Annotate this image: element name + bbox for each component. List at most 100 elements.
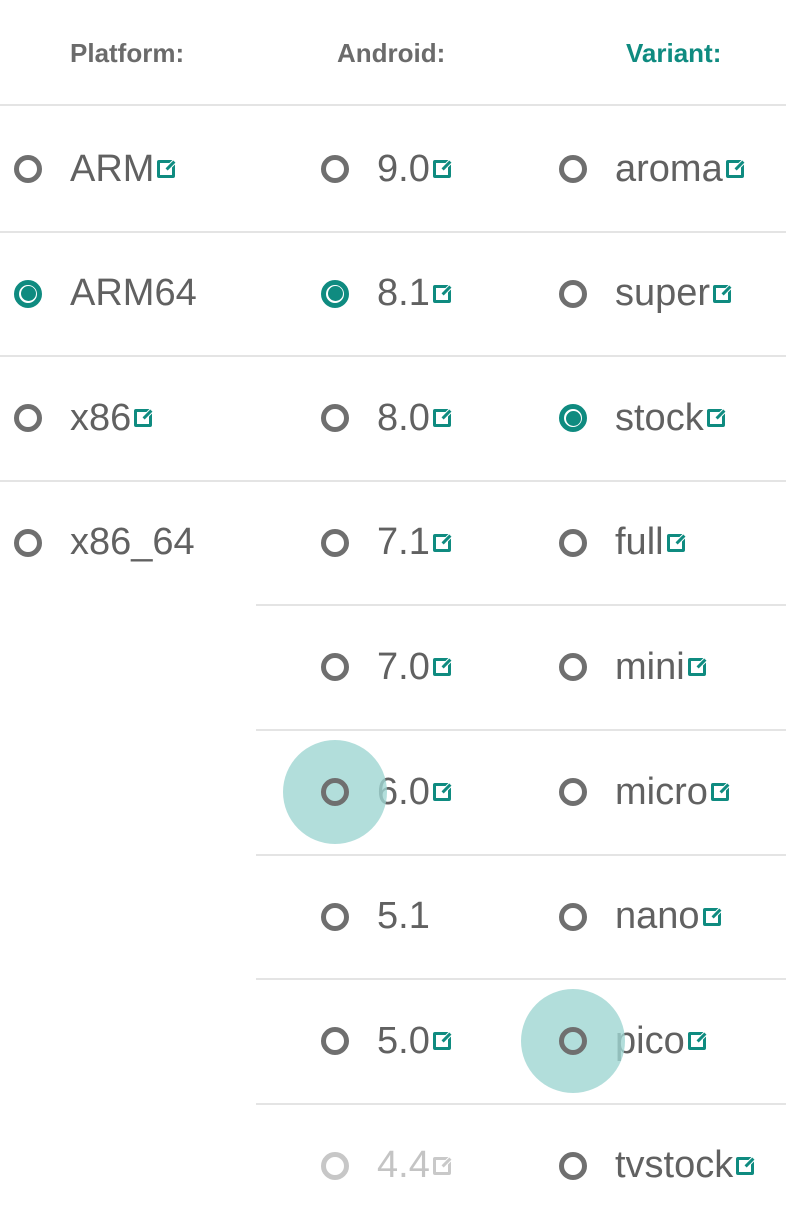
option-label: 4.4 — [377, 1144, 430, 1187]
radio-ring — [559, 1151, 587, 1180]
external-link-icon[interactable] — [432, 658, 451, 677]
radio-button-icon[interactable] — [315, 398, 355, 438]
row-divider — [256, 729, 786, 731]
radio-ring — [321, 1027, 349, 1056]
external-link-icon[interactable] — [702, 907, 721, 926]
variant-option-micro[interactable]: micro — [553, 730, 729, 854]
external-link-icon[interactable] — [736, 1156, 755, 1175]
radio-button-icon[interactable] — [8, 149, 48, 189]
variant-option-nano[interactable]: nano — [553, 855, 721, 979]
radio-ring — [559, 778, 587, 806]
variant-option-mini[interactable]: mini — [553, 605, 706, 729]
radio-button-icon[interactable] — [553, 274, 593, 314]
android-option-7.0[interactable]: 7.0 — [315, 605, 451, 729]
platform-option-ARM[interactable]: ARM — [8, 107, 176, 231]
android-option-9.0[interactable]: 9.0 — [315, 107, 451, 231]
row-divider — [256, 1102, 786, 1105]
radio-button-icon[interactable] — [521, 989, 625, 1094]
radio-button-icon[interactable] — [315, 274, 355, 314]
radio-button-icon[interactable] — [553, 772, 593, 812]
external-link-icon[interactable] — [687, 1032, 706, 1051]
platform-option-x86_64[interactable]: x86_64 — [8, 481, 195, 605]
radio-button-icon[interactable] — [283, 740, 387, 844]
row-divider — [0, 230, 786, 233]
variant-option-super[interactable]: super — [553, 232, 732, 356]
radio-ring — [14, 404, 42, 433]
radio-button-icon[interactable] — [315, 647, 355, 687]
radio-button-icon[interactable] — [553, 1146, 593, 1186]
radio-button-icon[interactable] — [553, 398, 593, 438]
android-option-4.4: 4.4 — [315, 1104, 451, 1228]
external-link-icon[interactable] — [706, 409, 725, 428]
radio-button-icon[interactable] — [8, 398, 48, 438]
option-label: x86_64 — [70, 521, 195, 564]
android-option-6.0[interactable]: 6.0 — [283, 730, 451, 854]
external-link-icon[interactable] — [432, 1032, 451, 1051]
external-link-icon[interactable] — [432, 783, 451, 801]
radio-ring — [14, 155, 42, 183]
platform-option-x86[interactable]: x86 — [8, 356, 153, 480]
option-label: super — [615, 272, 711, 315]
radio-button-icon[interactable] — [553, 647, 593, 687]
radio-button-icon[interactable] — [315, 523, 355, 563]
android-option-7.1[interactable]: 7.1 — [315, 481, 451, 605]
option-label: x86 — [70, 396, 132, 439]
radio-ring — [321, 1151, 349, 1180]
column-header-bar: Platform: Android: Variant: — [0, 0, 786, 106]
radio-button-icon[interactable] — [553, 523, 593, 563]
row-divider — [256, 853, 786, 856]
radio-button-icon[interactable] — [315, 149, 355, 189]
radio-ring — [321, 778, 349, 806]
external-link-icon[interactable] — [666, 533, 685, 552]
option-label: micro — [615, 770, 708, 813]
radio-button-icon[interactable] — [315, 1021, 355, 1061]
variant-column-title: Variant: — [626, 38, 722, 68]
variant-option-stock[interactable]: stock — [553, 356, 725, 480]
radio-ring — [559, 1027, 587, 1056]
radio-selected-dot — [20, 286, 36, 302]
row-divider — [256, 978, 786, 981]
external-link-icon[interactable] — [710, 783, 729, 801]
variant-option-full[interactable]: full — [553, 481, 685, 605]
option-label: 8.0 — [377, 396, 430, 439]
radio-button-icon[interactable] — [553, 149, 593, 189]
platform-column-title: Platform: — [70, 38, 185, 68]
radio-selected-dot — [565, 410, 581, 426]
option-label: stock — [615, 396, 704, 439]
external-link-icon[interactable] — [134, 409, 153, 428]
option-label: 9.0 — [377, 147, 430, 190]
option-label: 7.0 — [377, 645, 430, 688]
external-link-icon[interactable] — [432, 533, 451, 552]
external-link-icon — [432, 1156, 451, 1175]
option-label: ARM64 — [70, 272, 197, 315]
external-link-icon[interactable] — [432, 284, 451, 303]
radio-ring — [321, 653, 349, 682]
external-link-icon[interactable] — [432, 409, 451, 428]
radio-ring — [559, 404, 587, 433]
android-option-8.1[interactable]: 8.1 — [315, 232, 451, 356]
variant-option-pico[interactable]: pico — [521, 979, 706, 1103]
platform-option-ARM64[interactable]: ARM64 — [8, 232, 197, 356]
external-link-icon[interactable] — [713, 284, 732, 303]
variant-option-tvstock[interactable]: tvstock — [553, 1104, 755, 1228]
radio-button-icon[interactable] — [553, 897, 593, 937]
android-option-8.0[interactable]: 8.0 — [315, 356, 451, 480]
radio-ring — [559, 902, 587, 931]
radio-button-icon[interactable] — [8, 274, 48, 314]
external-link-icon[interactable] — [725, 160, 744, 178]
radio-button-icon[interactable] — [315, 897, 355, 937]
radio-button-icon[interactable] — [8, 523, 48, 563]
android-column-title: Android: — [337, 38, 446, 68]
external-link-icon[interactable] — [157, 160, 176, 178]
option-label: full — [615, 521, 664, 564]
external-link-icon[interactable] — [687, 658, 706, 677]
android-option-5.0[interactable]: 5.0 — [315, 979, 451, 1103]
external-link-icon[interactable] — [432, 160, 451, 178]
android-option-5.1[interactable]: 5.1 — [315, 855, 430, 979]
row-divider — [0, 355, 786, 358]
option-label: tvstock — [615, 1144, 734, 1187]
radio-ring — [559, 528, 587, 557]
variant-option-aroma[interactable]: aroma — [553, 107, 744, 231]
option-label: nano — [615, 895, 700, 938]
option-label: mini — [615, 645, 685, 688]
